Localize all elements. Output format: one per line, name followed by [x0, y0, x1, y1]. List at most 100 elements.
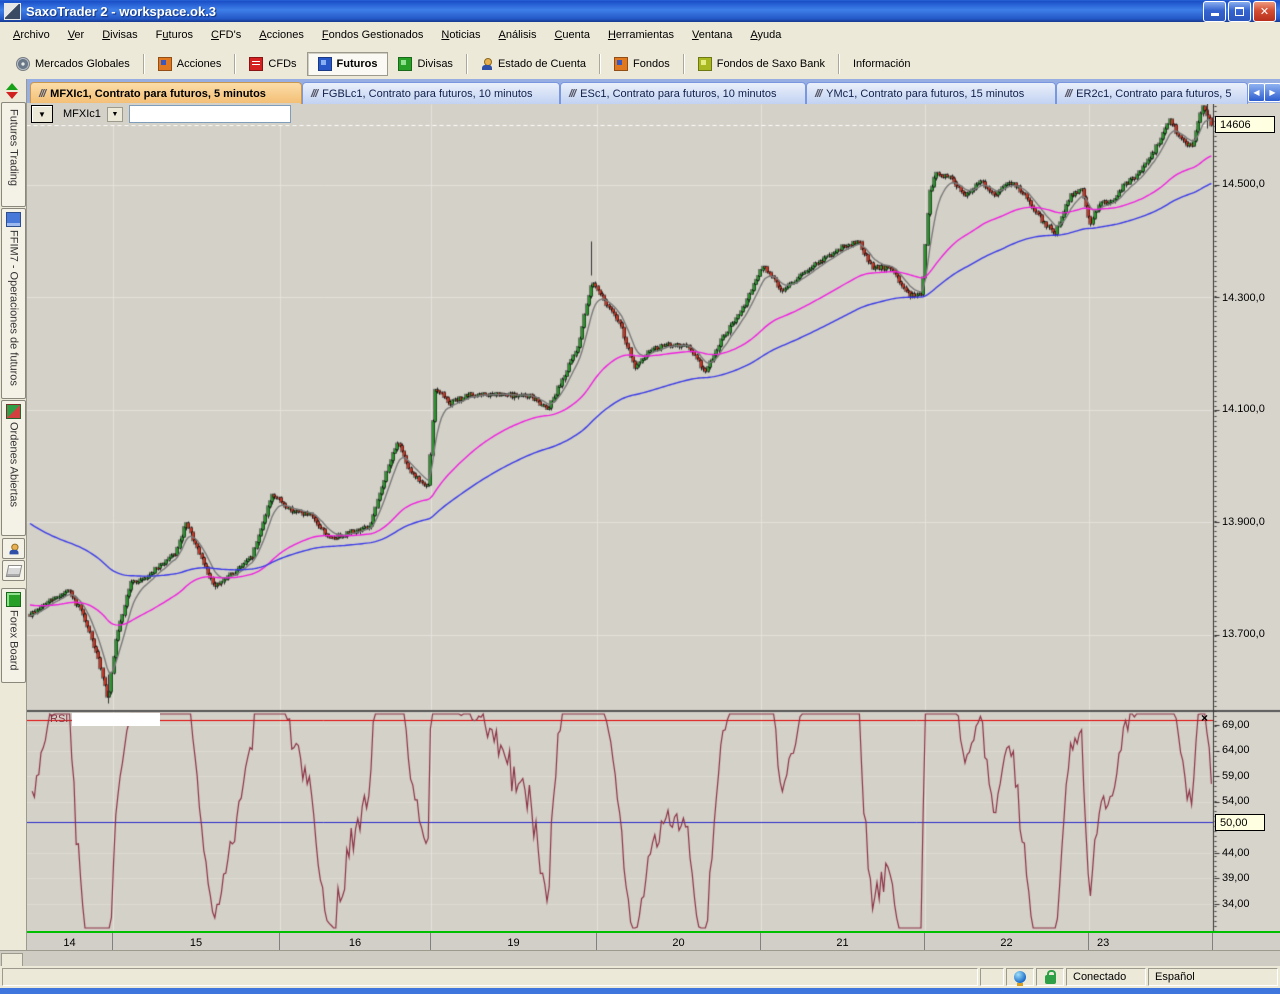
- rsi-close-icon[interactable]: ×: [1201, 711, 1208, 725]
- saxotrader-window: SaxoTrader 2 - workspace.ok.3 ✕ Archivo …: [0, 0, 1280, 994]
- toolbar-divisas[interactable]: Divisas: [388, 53, 462, 75]
- chart-tab-icon: [311, 88, 317, 100]
- sidebar-tab-label: Forex Board: [8, 610, 20, 671]
- tab-esc1[interactable]: ESc1, Contrato para futuros, 10 minutos: [560, 82, 806, 104]
- sidebar-tab-futures-trading[interactable]: Futures Trading: [1, 102, 26, 207]
- menu-acciones[interactable]: Acciones: [250, 26, 313, 44]
- toolbar-label: Estado de Cuenta: [498, 58, 586, 70]
- open-orders-icon: [6, 404, 21, 419]
- tab-label: YMc1, Contrato para futuros, 15 minutos: [826, 88, 1024, 100]
- sidebar-tab-ffim7[interactable]: FFIM7 - Operaciones de futuros: [1, 208, 26, 399]
- price-rsi-chart-canvas[interactable]: [0, 0, 1280, 994]
- menu-futuros[interactable]: Futuros: [147, 26, 202, 44]
- toolbar-informacion[interactable]: Información: [843, 53, 920, 75]
- chart-tab-icon: [815, 88, 821, 100]
- connection-status: Conectado: [1066, 968, 1146, 986]
- chart-scroll-strip[interactable]: [0, 950, 1280, 967]
- menu-bar: Archivo Ver Divisas Futuros CFD's Accion…: [0, 22, 1280, 49]
- menu-cfds[interactable]: CFD's: [202, 26, 250, 44]
- chart-tab-bar: MFXIc1, Contrato para futuros, 5 minutos…: [0, 79, 1280, 103]
- price-tick-label: 14.500,0: [1222, 178, 1265, 190]
- toolbar-separator: [599, 54, 601, 74]
- sidebar-tab-label: Futures Trading: [8, 109, 20, 186]
- person-icon: [8, 543, 19, 554]
- tab-label: ESc1, Contrato para futuros, 10 minutos: [580, 88, 776, 100]
- account-icon: [481, 58, 493, 70]
- toolbar-separator: [234, 54, 236, 74]
- toolbar-label: Futuros: [337, 58, 378, 70]
- toolbar-futuros[interactable]: Futuros: [307, 52, 389, 76]
- toolbar-separator: [838, 54, 840, 74]
- toolbar-separator: [466, 54, 468, 74]
- menu-ventana[interactable]: Ventana: [683, 26, 741, 44]
- tab-mfxic1[interactable]: MFXIc1, Contrato para futuros, 5 minutos: [30, 82, 302, 104]
- toolbar-label: Fondos: [633, 58, 670, 70]
- menu-analisis[interactable]: Análisis: [490, 26, 546, 44]
- status-bar: Conectado Español: [0, 966, 1280, 988]
- menu-fondos-gestionados[interactable]: Fondos Gestionados: [313, 26, 433, 44]
- sidebar-tab-label: FFIM7 - Operaciones de futuros: [8, 230, 20, 386]
- rsi-indicator-label: RSI: [50, 713, 68, 725]
- menu-noticias[interactable]: Noticias: [432, 26, 489, 44]
- toolbar-cfds[interactable]: CFDs: [239, 53, 306, 75]
- symbol-bar: ▼ MFXIc1 ▼: [26, 103, 300, 125]
- rsi-tick-label: 39,00: [1222, 872, 1250, 884]
- toolbar-separator: [683, 54, 685, 74]
- symbol-search-input[interactable]: [129, 105, 291, 123]
- toolbar-separator: [143, 54, 145, 74]
- tab-er2c1[interactable]: ER2c1, Contrato para futuros, 5: [1056, 82, 1248, 104]
- rsi-tick-label: 54,00: [1222, 795, 1250, 807]
- title-bar[interactable]: SaxoTrader 2 - workspace.ok.3 ✕: [0, 0, 1280, 22]
- tab-label: MFXIc1, Contrato para futuros, 5 minutos: [50, 88, 266, 100]
- toolbar-estado-de-cuenta[interactable]: Estado de Cuenta: [471, 53, 596, 75]
- toolbar-mercados-globales[interactable]: Mercados Globales: [6, 53, 140, 75]
- status-panel-empty: [980, 968, 1004, 986]
- sidebar-account-button[interactable]: [2, 538, 25, 559]
- menu-cuenta[interactable]: Cuenta: [545, 26, 598, 44]
- forex-board-icon: [6, 592, 21, 607]
- window-title: SaxoTrader 2 - workspace.ok.3: [26, 4, 216, 19]
- news-icon: [5, 565, 22, 577]
- chart-tab-icon: [1065, 88, 1071, 100]
- sidebar-tab-ordenes-abiertas[interactable]: Ordenes Abiertas: [1, 400, 26, 536]
- rsi-tick-label: 44,00: [1222, 847, 1250, 859]
- toolbar-acciones[interactable]: Acciones: [148, 53, 232, 75]
- toolbar-label: Información: [853, 58, 910, 70]
- menu-herramientas[interactable]: Herramientas: [599, 26, 683, 44]
- chart-menu-dropdown-button[interactable]: ▼: [31, 105, 53, 123]
- current-price-box: 14606: [1215, 116, 1275, 133]
- sidebar-news-button[interactable]: [2, 560, 25, 581]
- menu-divisas[interactable]: Divisas: [93, 26, 146, 44]
- symbol-dropdown-button[interactable]: ▼: [107, 107, 123, 122]
- price-tick-label: 13.900,0: [1222, 516, 1265, 528]
- minimize-button[interactable]: [1203, 1, 1226, 22]
- tab-scroll-left-button[interactable]: ◀: [1248, 83, 1265, 102]
- toolbar-label: CFDs: [268, 58, 296, 70]
- taskbar-edge: [0, 988, 1280, 994]
- funds-icon: [614, 57, 628, 71]
- globe-gear-icon: [16, 57, 30, 71]
- padlock-icon: [1045, 975, 1056, 984]
- chart-tab-icon: [39, 88, 45, 100]
- rsi-tick-label: 59,00: [1222, 770, 1250, 782]
- language-status: Español: [1148, 968, 1278, 986]
- close-button[interactable]: ✕: [1253, 1, 1276, 22]
- tab-fgblc1[interactable]: FGBLc1, Contrato para futuros, 10 minuto…: [302, 82, 560, 104]
- saxo-funds-icon: [698, 57, 712, 71]
- scroll-thumb[interactable]: [1, 953, 23, 967]
- sidebar-tab-label: Ordenes Abiertas: [8, 422, 20, 507]
- futures-arrows-icon: [6, 83, 18, 99]
- price-tick-label: 14.300,0: [1222, 292, 1265, 304]
- restore-button[interactable]: [1228, 1, 1251, 22]
- toolbar-fondos[interactable]: Fondos: [604, 53, 680, 75]
- tab-label: ER2c1, Contrato para futuros, 5: [1076, 88, 1231, 100]
- menu-ayuda[interactable]: Ayuda: [741, 26, 790, 44]
- menu-ver[interactable]: Ver: [59, 26, 94, 44]
- tab-scroll-right-button[interactable]: ▶: [1264, 83, 1280, 102]
- menu-archivo[interactable]: Archivo: [4, 26, 59, 44]
- toolbar-fondos-saxo-bank[interactable]: Fondos de Saxo Bank: [688, 53, 835, 75]
- sidebar-tab-forex-board[interactable]: Forex Board: [1, 588, 26, 683]
- rsi-tick-label: 64,00: [1222, 744, 1250, 756]
- tab-ymc1[interactable]: YMc1, Contrato para futuros, 15 minutos: [806, 82, 1056, 104]
- module-toolbar: Mercados Globales Acciones CFDs Futuros …: [0, 48, 1280, 80]
